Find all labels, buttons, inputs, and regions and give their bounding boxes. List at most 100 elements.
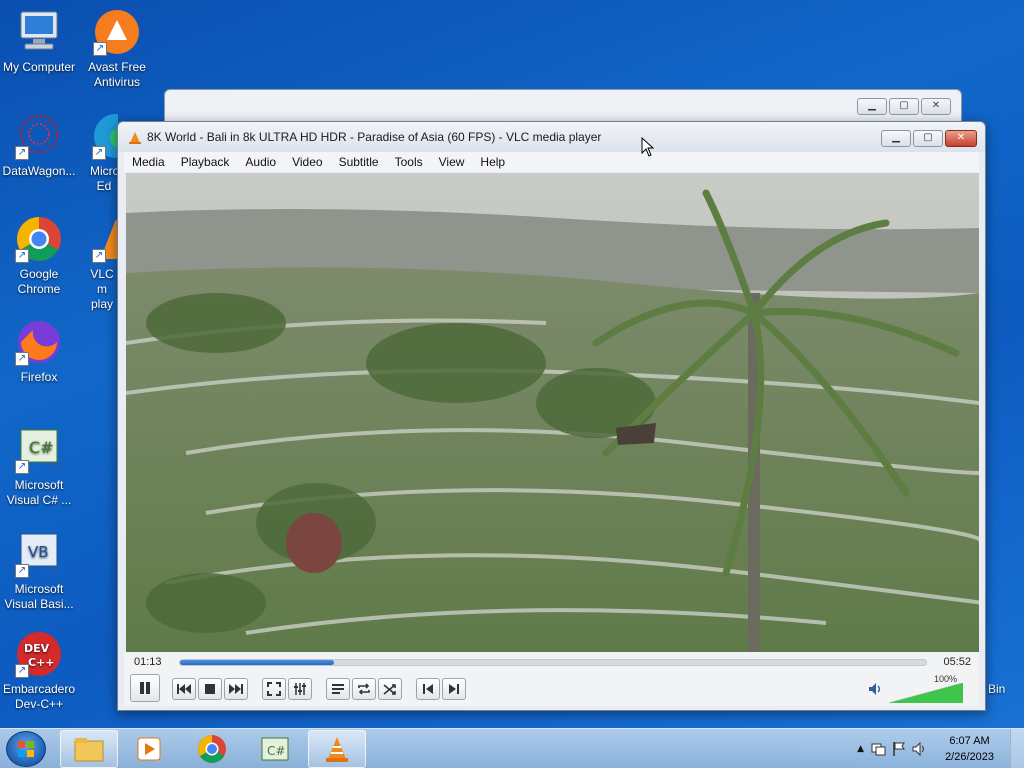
desktop-icon-my-computer[interactable]: My Computer [0,8,78,75]
datawagon-icon: ↗ [15,112,63,160]
menu-media[interactable]: Media [124,155,173,169]
desktop-icon-avast[interactable]: ↗ Avast Free Antivirus [78,8,156,90]
menu-subtitle[interactable]: Subtitle [331,155,387,169]
previous-button[interactable] [172,678,196,700]
pause-button[interactable] [130,674,160,702]
show-desktop-button[interactable] [1010,729,1024,768]
desktop-icon-label: VLC m play [90,267,114,311]
desktop-icon-chrome[interactable]: ↗ Google Chrome [0,215,78,297]
taskbar-chrome[interactable] [183,730,241,768]
show-hidden-icons-icon[interactable]: ▲ [857,744,864,754]
previous-icon [177,684,191,694]
desktop-icon-label: DataWagon... [2,164,76,178]
equalizer-icon [294,683,306,695]
next-frame-button[interactable] [442,678,466,700]
fullscreen-button[interactable] [262,678,286,700]
seek-bar[interactable] [179,659,927,666]
svg-text:C++: C++ [28,656,55,669]
start-button[interactable] [6,731,46,767]
visual-csharp-icon: C# [261,737,289,761]
next-icon [229,684,243,694]
playback-controls: 01:13 05:52 100% [124,652,979,706]
devcpp-icon: DEV C++ ↗ [15,630,63,678]
desktop-icon-label: Avast Free Antivirus [88,60,146,89]
shuffle-button[interactable] [378,678,402,700]
shuffle-icon [383,684,396,695]
folder-icon [74,738,104,762]
previous-frame-button[interactable] [416,678,440,700]
taskbar-explorer[interactable] [60,730,118,768]
skip-forward-icon [449,684,459,694]
minimize-button[interactable]: ▁ [881,130,911,147]
menu-view[interactable]: View [431,155,473,169]
playlist-button[interactable] [326,678,350,700]
desktop-icon-devcpp[interactable]: DEV C++ ↗ Embarcadero Dev-C++ [0,630,78,712]
vlc-cone-icon [129,132,141,144]
stop-button[interactable] [198,678,222,700]
video-area[interactable] [126,173,979,652]
shortcut-arrow-icon: ↗ [15,249,29,263]
action-center-flag-icon[interactable] [892,741,906,757]
menu-help[interactable]: Help [472,155,513,169]
volume-slider[interactable] [889,683,963,703]
menu-video[interactable]: Video [284,155,330,169]
desktop-icon-label: Micro Ed [90,164,118,193]
svg-text:C#: C# [267,744,285,758]
pause-icon [140,682,150,694]
maximize-button[interactable]: ▢ [913,130,943,147]
vlc-icon: ↗ [92,215,118,263]
windows-logo-icon [18,741,34,757]
taskbar-media-player[interactable] [120,730,178,768]
minimize-button[interactable]: ▁ [857,98,887,115]
shortcut-arrow-icon: ↗ [92,146,106,160]
desktop-icon-label: Microsoft Visual Basi... [4,582,74,611]
avast-icon: ↗ [93,8,141,56]
desktop-icon-edge[interactable]: ↗ Micro Ed [78,112,118,194]
speaker-icon[interactable] [868,682,884,696]
maximize-button[interactable]: ▢ [889,98,919,115]
vlc-window[interactable]: 8K World - Bali in 8k ULTRA HD HDR - Par… [117,121,986,711]
clock[interactable]: 6:07 AM 2/26/2023 [945,733,994,765]
extended-settings-button[interactable] [288,678,312,700]
svg-text:DEV: DEV [24,642,50,655]
shortcut-arrow-icon: ↗ [15,664,29,678]
shortcut-arrow-icon: ↗ [15,146,29,160]
clock-time: 6:07 AM [949,735,990,747]
vlc-cone-icon [326,737,348,762]
desktop-icon-label: Embarcadero Dev-C++ [2,682,76,711]
menu-playback[interactable]: Playback [173,155,238,169]
network-icon[interactable] [870,741,886,757]
mouse-cursor-icon [641,137,655,157]
visual-basic-icon: VB ↗ [15,530,63,578]
firefox-icon: ↗ [15,318,63,366]
loop-icon [358,683,370,695]
volume-tray-icon[interactable] [912,741,928,757]
media-player-icon [137,737,161,761]
total-time: 05:52 [943,656,971,668]
shortcut-arrow-icon: ↗ [15,460,29,474]
playlist-icon [332,684,344,694]
desktop-icon-label: Microsoft Visual C# ... [6,478,72,507]
taskbar-vlc[interactable] [308,730,366,768]
shortcut-arrow-icon: ↗ [15,352,29,366]
skip-back-icon [423,684,433,694]
close-button[interactable]: ✕ [921,98,951,115]
menu-audio[interactable]: Audio [237,155,284,169]
menu-tools[interactable]: Tools [387,155,431,169]
vlc-title-bar[interactable]: 8K World - Bali in 8k ULTRA HD HDR - Par… [118,122,985,152]
desktop-icon-visual-csharp[interactable]: C# ↗ Microsoft Visual C# ... [0,426,78,508]
menu-bar: Media Playback Audio Video Subtitle Tool… [124,152,979,172]
desktop-icon-datawagon[interactable]: ↗ DataWagon... [0,112,78,179]
taskbar-visual-csharp[interactable]: C# [246,730,304,768]
desktop-icon-vlc[interactable]: ↗ VLC m play [78,215,118,312]
elapsed-time: 01:13 [134,656,162,668]
next-button[interactable] [224,678,248,700]
shortcut-arrow-icon: ↗ [15,564,29,578]
desktop-icon-visual-basic[interactable]: VB ↗ Microsoft Visual Basi... [0,530,78,612]
desktop-icon-firefox[interactable]: ↗ Firefox [0,318,78,385]
svg-text:C#: C# [29,438,54,457]
edge-icon: ↗ [92,112,118,160]
taskbar: C# ▲ 6:07 AM 2/26/2023 [0,728,1024,768]
loop-button[interactable] [352,678,376,700]
close-button[interactable]: ✕ [945,130,977,147]
